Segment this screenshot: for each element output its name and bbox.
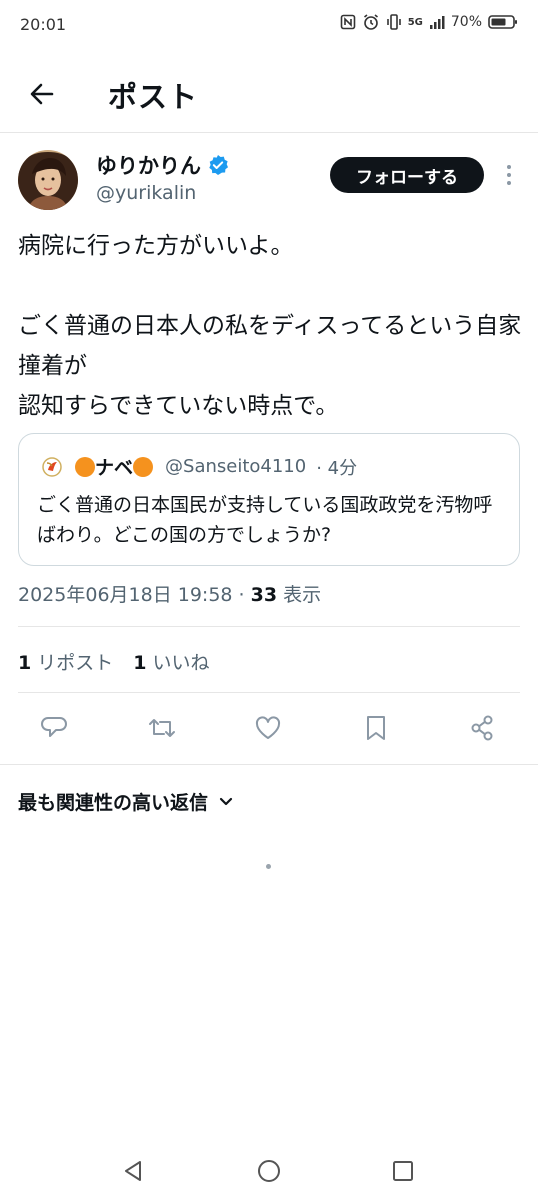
quoted-post-header: ナベ @Sanseito4110 · 4分 — [41, 453, 357, 480]
chevron-down-icon — [219, 797, 233, 805]
tweet-text: 病院に行った方がいいよ。 ごく普通の日本人の私をディスってるという自家撞着が 認… — [18, 233, 522, 419]
quote-author-handle: @Sanseito4110 — [165, 456, 307, 477]
replies-sort-dropdown[interactable]: 最も関連性の高い返信 — [18, 788, 234, 815]
reposts-stat[interactable]: 1 リポスト — [18, 648, 113, 675]
header-divider — [0, 132, 538, 133]
reply-icon — [41, 717, 67, 737]
likes-label: いいね — [146, 652, 210, 674]
quote-author-name: ナベ — [75, 453, 154, 480]
status-bar: 20:01 5G 70% — [0, 0, 538, 50]
reposts-label: リポスト — [31, 652, 114, 674]
more-dot-icon — [507, 173, 511, 177]
quote-author-name-text: ナベ — [95, 457, 134, 479]
avatar[interactable] — [18, 150, 78, 210]
repost-button[interactable] — [142, 708, 182, 748]
meta-divider — [18, 626, 520, 627]
nav-recents-button[interactable] — [388, 1156, 418, 1186]
reply-button[interactable] — [34, 708, 74, 748]
more-dot-icon — [507, 181, 511, 185]
timestamp-text: 2025年06月18日 19:58 · — [18, 584, 251, 606]
views-label: 表示 — [277, 584, 322, 606]
heart-icon — [255, 716, 281, 739]
bookmark-button[interactable] — [356, 708, 396, 748]
status-icons: 5G 70% — [340, 13, 518, 31]
back-button[interactable] — [22, 74, 62, 114]
quoted-post[interactable]: ナベ @Sanseito4110 · 4分 ごく普通の日本国民が支持している国政… — [18, 433, 520, 566]
loading-indicator — [266, 864, 271, 869]
author-handle[interactable]: @yurikalin — [96, 182, 196, 204]
nav-home-button[interactable] — [254, 1156, 284, 1186]
signal-icon — [429, 16, 445, 29]
author-name-row[interactable]: ゆりかりん — [96, 150, 229, 180]
follow-button[interactable]: フォローする — [330, 157, 484, 193]
triangle-back-icon — [125, 1161, 141, 1181]
action-bar — [0, 708, 538, 748]
like-button[interactable] — [248, 708, 288, 748]
likes-count: 1 — [133, 652, 147, 674]
repost-icon — [149, 719, 175, 737]
bookmark-icon — [367, 716, 385, 740]
actions-divider — [0, 764, 538, 765]
post-timestamp: 2025年06月18日 19:58 · 33 表示 — [18, 580, 321, 607]
quote-avatar-logo-icon — [42, 456, 62, 477]
nav-back-button[interactable] — [118, 1156, 148, 1186]
stats-divider — [18, 692, 520, 693]
reposts-count: 1 — [18, 652, 32, 674]
square-recents-icon — [393, 1161, 413, 1181]
quote-text: ごく普通の日本国民が支持している国政政党を汚物呼ばわり。どこの国の方でしょうか? — [37, 494, 493, 546]
nfc-icon — [340, 14, 356, 30]
quote-time: · 4分 — [316, 457, 358, 479]
replies-sort-label: 最も関連性の高い返信 — [18, 792, 209, 814]
network-type: 5G — [407, 16, 423, 28]
post-stats: 1 リポスト 1 いいね — [18, 648, 210, 675]
battery-icon — [488, 15, 517, 29]
more-options-button[interactable] — [498, 160, 520, 190]
share-button[interactable] — [462, 708, 502, 748]
author-name[interactable]: ゆりかりん — [96, 150, 201, 180]
verified-badge-icon — [209, 155, 228, 175]
vibrate-icon — [386, 14, 401, 30]
share-icon — [471, 715, 493, 741]
alarm-icon — [363, 14, 378, 30]
more-dot-icon — [507, 165, 511, 169]
orange-circle-emoji-icon — [75, 457, 95, 477]
battery-percent: 70% — [450, 14, 482, 30]
status-time: 20:01 — [20, 15, 67, 34]
page-title: ポスト — [108, 80, 199, 114]
orange-circle-emoji-icon — [133, 457, 154, 477]
quote-avatar — [41, 455, 63, 478]
avatar-image — [18, 150, 78, 210]
system-nav-bar — [0, 1140, 538, 1200]
likes-stat[interactable]: 1 いいね — [133, 648, 209, 675]
circle-home-icon — [258, 1160, 280, 1182]
views-count: 33 — [250, 584, 278, 606]
arrow-left-icon — [30, 83, 54, 105]
post-header: ポスト — [0, 58, 538, 130]
